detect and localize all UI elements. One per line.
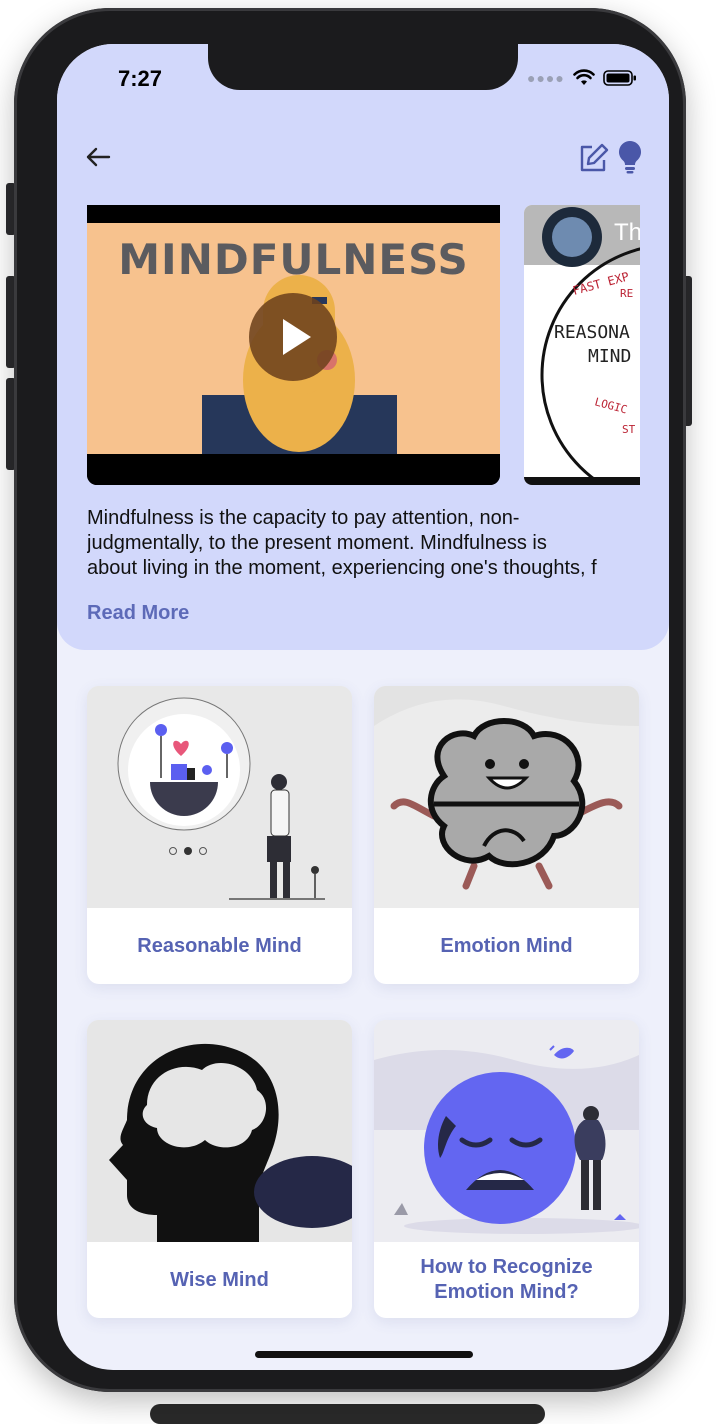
card-label: Wise Mind (170, 1268, 269, 1291)
description-line: about living in the moment, experiencing… (87, 557, 597, 579)
device-stand (150, 1404, 545, 1424)
signal-icon: ●●●● (527, 70, 565, 86)
lightbulb-icon[interactable] (617, 140, 643, 174)
card-emotion-mind[interactable]: Emotion Mind (374, 686, 639, 984)
wise-mind-illustration (87, 1020, 352, 1242)
play-icon[interactable] (249, 293, 337, 381)
app-screen: 7:27 ●●●● MINDFULNESS FAST EXP RE LOGIC … (57, 44, 669, 1370)
emotion-mind-illustration (374, 686, 639, 908)
video-title-text: MINDFULNESS (118, 235, 469, 284)
card-wise-mind[interactable]: Wise Mind (87, 1020, 352, 1318)
mindfulness-video-thumbnail[interactable]: MINDFULNESS (87, 205, 500, 485)
description-line: Mindfulness is the capacity to pay atten… (87, 507, 520, 529)
back-arrow-icon[interactable] (83, 142, 113, 172)
home-indicator[interactable] (255, 1351, 473, 1358)
card-label: How to Recognize Emotion Mind? (420, 1256, 593, 1303)
notch (208, 44, 518, 90)
second-video-title: Th (614, 219, 640, 246)
topic-description: Mindfulness is the capacity to pay atten… (87, 506, 647, 581)
edit-note-icon[interactable] (577, 142, 609, 174)
svg-text:ST: ST (622, 423, 636, 436)
read-more-link[interactable]: Read More (87, 602, 189, 625)
second-video-label: REASONA MIND (554, 321, 631, 369)
phone-frame: 7:27 ●●●● MINDFULNESS FAST EXP RE LOGIC … (14, 8, 686, 1392)
reasonable-mind-video-thumbnail[interactable]: FAST EXP RE LOGIC ST Th REASONA MIND (524, 205, 640, 485)
status-icons: ●●●● (527, 68, 637, 88)
card-label: Reasonable Mind (137, 934, 302, 957)
status-time: 7:27 (118, 66, 163, 91)
svg-text:RE: RE (620, 287, 633, 300)
wifi-icon (573, 69, 595, 85)
recognize-emotion-illustration (374, 1020, 639, 1242)
battery-icon (603, 70, 636, 86)
second-video-label-line1: REASONA (554, 322, 630, 343)
topic-header-panel: 7:27 ●●●● MINDFULNESS FAST EXP RE LOGIC … (57, 44, 669, 650)
card-recognize-emotion-mind[interactable]: How to Recognize Emotion Mind? (374, 1020, 639, 1318)
second-video-label-line2: MIND (588, 346, 632, 367)
card-label: Emotion Mind (440, 934, 573, 957)
card-reasonable-mind[interactable]: Reasonable Mind (87, 686, 352, 984)
reasonable-mind-illustration (87, 686, 352, 908)
description-line: judgmentally, to the present moment. Min… (87, 532, 547, 554)
